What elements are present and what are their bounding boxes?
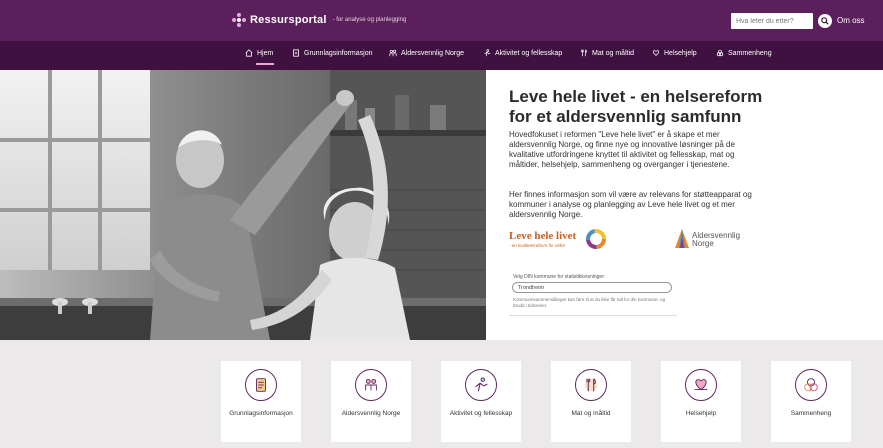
- hero-paragraph-2: Her finnes informasjon som vil være av r…: [509, 190, 752, 219]
- nav-label: Mat og måltid: [592, 49, 635, 57]
- card-sammenheng[interactable]: Sammenheng: [771, 361, 851, 442]
- nav-item-sammenheng[interactable]: Sammenheng: [716, 49, 772, 57]
- people-icon: [365, 378, 377, 391]
- cutlery-icon: [584, 378, 598, 392]
- cutlery-icon: [581, 49, 587, 57]
- search-button[interactable]: [818, 14, 832, 28]
- logo-mark-icon: [232, 13, 246, 27]
- aldersvennlig-norge-logo[interactable]: Aldersvennlig Norge: [672, 228, 752, 254]
- nav-label: Aktivitet og fellesskap: [495, 49, 563, 57]
- main-nav: Hjem Grunnlagsinformasjon Aldersvennlig …: [0, 41, 883, 70]
- nav-item-aktivitet[interactable]: Aktivitet og fellesskap: [483, 49, 562, 57]
- hero-paragraph-1: Hovedfokuset i reformen "Leve hele livet…: [509, 130, 735, 169]
- hero-photo-illustration: [0, 70, 486, 340]
- people-icon: [389, 49, 397, 57]
- kommune-input[interactable]: [512, 282, 672, 293]
- card-mat[interactable]: Mat og måltid: [551, 361, 631, 442]
- card-aldersvennlig-norge[interactable]: Aldersvennlig Norge: [331, 361, 411, 442]
- card-label: Grunnlagsinformasjon: [229, 410, 293, 417]
- site-logo[interactable]: Ressursportal - for analyse og planleggi…: [232, 13, 406, 27]
- card-label: Mat og måltid: [571, 410, 611, 417]
- logo-subtitle: - for analyse og planlegging: [332, 17, 407, 23]
- nav-label: Grunnlagsinformasjon: [304, 49, 373, 57]
- lhl-logo-subtitle: - en kvalitetsreform for eldre: [509, 243, 566, 248]
- nav-item-mat[interactable]: Mat og måltid: [580, 49, 634, 57]
- card-label: Sammenheng: [790, 410, 832, 417]
- lhl-logo-text: Leve hele livet: [509, 230, 577, 242]
- document-icon: [293, 49, 299, 57]
- card-aktivitet[interactable]: Aktivitet og fellesskap: [441, 361, 521, 442]
- nav-active-indicator: [256, 63, 274, 65]
- search-icon: [821, 17, 829, 25]
- hero-image: [0, 70, 486, 340]
- aln-logo-text: Aldersvennlig Norge: [692, 232, 740, 248]
- leve-hele-livet-logo[interactable]: Leve hele livet - en kvalitetsreform for…: [509, 228, 609, 254]
- card-icon-wrap: [575, 369, 607, 401]
- health-icon: [653, 50, 659, 56]
- card-label: Aldersvennlig Norge: [341, 410, 401, 417]
- logo-title: Ressursportal: [250, 14, 327, 26]
- card-icon-wrap: [355, 369, 387, 401]
- kommune-label: Velg DIN kommune for statistikkvisninger…: [513, 274, 606, 280]
- card-label: Aktivitet og fellesskap: [449, 410, 513, 417]
- activity-icon: [475, 377, 488, 392]
- nav-label: Sammenheng: [728, 49, 772, 57]
- kommune-note: Kommunesammenslåinger kan føre til at du…: [513, 297, 666, 308]
- hero-title: Leve hele livet - en helsereform for et …: [509, 87, 763, 126]
- nav-item-hjem[interactable]: Hjem: [245, 49, 273, 57]
- aln-mountain-icon: [675, 229, 689, 248]
- nav-label: Hjem: [257, 49, 274, 57]
- home-icon: [245, 49, 253, 57]
- document-icon: [256, 378, 266, 392]
- card-grunnlagsinformasjon[interactable]: Grunnlagsinformasjon: [221, 361, 301, 442]
- card-icon-wrap: [685, 369, 717, 401]
- nav-item-grunnlagsinformasjon[interactable]: Grunnlagsinformasjon: [292, 49, 372, 57]
- about-link[interactable]: Om oss: [837, 16, 865, 25]
- connect-icon: [716, 49, 724, 57]
- card-icon-wrap: [245, 369, 277, 401]
- connect-icon: [804, 378, 818, 392]
- card-icon-wrap: [795, 369, 827, 401]
- kommune-selector: Velg DIN kommune for statistikkvisninger…: [509, 270, 677, 316]
- aln-logo-line-2: Norge: [692, 239, 714, 248]
- card-helsehjelp[interactable]: Helsehjelp: [661, 361, 741, 442]
- nav-item-helsehjelp[interactable]: Helsehjelp: [652, 49, 697, 57]
- lhl-ring-icon: [586, 229, 606, 249]
- nav-label: Helsehjelp: [664, 49, 697, 57]
- activity-icon: [484, 49, 491, 57]
- card-icon-wrap: [465, 369, 497, 401]
- top-bar: Ressursportal - for analyse og planleggi…: [0, 0, 883, 41]
- search-input[interactable]: [731, 13, 813, 29]
- nav-label: Aldersvennlig Norge: [401, 49, 465, 57]
- nav-item-aldersvennlig-norge[interactable]: Aldersvennlig Norge: [389, 49, 464, 57]
- card-label: Helsehjelp: [685, 410, 717, 417]
- health-icon: [694, 379, 708, 391]
